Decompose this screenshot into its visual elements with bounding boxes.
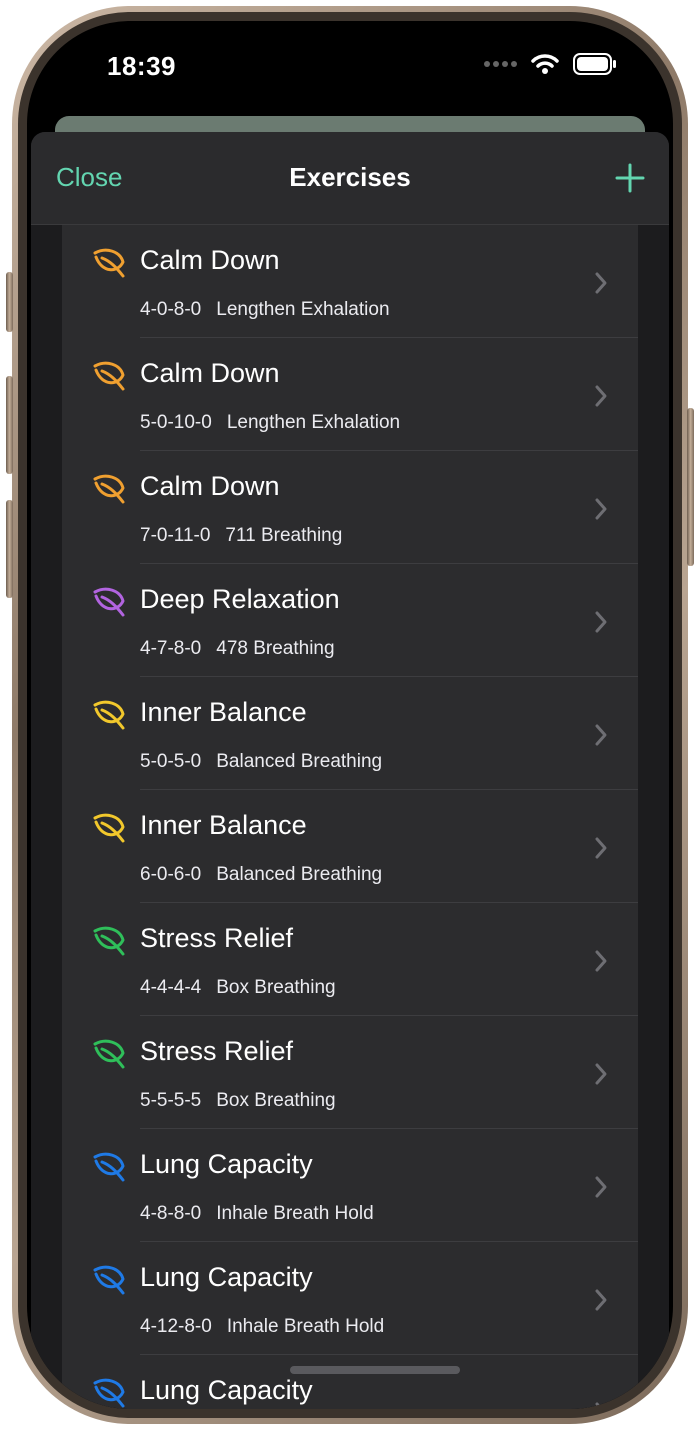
technique-name: Balanced Breathing [216, 751, 383, 772]
chevron-right-icon [595, 950, 607, 972]
breathing-pattern: 5-0-5-0 [140, 751, 202, 772]
exercise-row[interactable]: Deep Relaxation 4-7-8-0 478 Breathing [62, 564, 638, 677]
signal-dots-icon [484, 61, 517, 67]
breathing-pattern: 5-0-10-0 [140, 412, 212, 433]
exercise-subtitle: 5-0-5-0 Balanced Breathing [140, 751, 382, 773]
exercise-title: Deep Relaxation [140, 584, 340, 614]
chevron-right-icon [595, 1063, 607, 1085]
technique-name: 711 Breathing [225, 525, 343, 546]
exercise-title: Calm Down [140, 358, 280, 388]
breathing-pattern: 4-0-8-0 [140, 299, 202, 320]
exercise-title: Calm Down [140, 245, 280, 275]
exercise-row[interactable]: Stress Relief 4-4-4-4 Box Breathing [62, 903, 638, 1016]
exercise-row[interactable]: Calm Down 7-0-11-0 711 Breathing [62, 451, 638, 564]
leaf-icon [93, 1152, 125, 1182]
exercise-subtitle: 4-7-8-0 478 Breathing [140, 638, 335, 660]
exercise-row[interactable]: Inner Balance 5-0-5-0 Balanced Breathing [62, 677, 638, 790]
leaf-icon [93, 248, 125, 278]
technique-name: Box Breathing [216, 1090, 336, 1111]
leaf-icon [93, 1265, 125, 1295]
page-title: Exercises [289, 162, 411, 192]
chevron-right-icon [595, 611, 607, 633]
technique-name: Box Breathing [216, 977, 336, 998]
breathing-pattern: 4-8-8-0 [140, 1203, 202, 1224]
status-time: 18:39 [107, 51, 176, 81]
home-indicator[interactable] [290, 1366, 460, 1374]
exercise-title: Inner Balance [140, 697, 307, 727]
list-area: Calm Down 4-0-8-0 Lengthen Exhalation Calm … [31, 225, 669, 1409]
status-icons [483, 53, 617, 75]
navigation-bar: Close Exercises [31, 132, 669, 225]
breathing-pattern: 4-7-8-0 [140, 638, 202, 659]
exercise-list: Calm Down 4-0-8-0 Lengthen Exhalation Calm … [62, 225, 638, 1409]
technique-name: Lengthen Exhalation [226, 412, 401, 433]
power-button [687, 408, 694, 566]
chevron-right-icon [595, 272, 607, 294]
exercise-subtitle: 4-8-8-0 Inhale Breath Hold [140, 1203, 374, 1225]
wifi-icon [531, 54, 559, 74]
leaf-icon [93, 926, 125, 956]
volume-down-button [6, 500, 13, 598]
chevron-right-icon [595, 498, 607, 520]
exercise-row[interactable]: Stress Relief 5-5-5-5 Box Breathing [62, 1016, 638, 1129]
exercise-row[interactable]: Lung Capacity 4-12-8-0 Inhale Breath Hold [62, 1242, 638, 1355]
breathing-pattern: 5-5-5-5 [140, 1090, 202, 1111]
action-button [6, 272, 13, 332]
chevron-right-icon [595, 1289, 607, 1311]
leaf-icon [93, 700, 125, 730]
leaf-icon [93, 1378, 125, 1408]
exercise-title: Calm Down [140, 471, 280, 501]
exercise-title: Stress Relief [140, 1036, 294, 1066]
leaf-icon [93, 474, 125, 504]
screen: 18:39 Close Exercises Calm Down 4-0-8-0 Le… [27, 21, 673, 1409]
exercise-title: Lung Capacity [140, 1262, 313, 1292]
exercise-row[interactable]: Calm Down 4-0-8-0 Lengthen Exhalation [62, 225, 638, 338]
exercise-title: Stress Relief [140, 923, 294, 953]
leaf-icon [93, 813, 125, 843]
volume-up-button [6, 376, 13, 474]
exercises-sheet: Close Exercises Calm Down 4-0-8-0 Lengthen… [31, 132, 669, 1409]
exercise-subtitle: 6-0-6-0 Balanced Breathing [140, 864, 382, 886]
battery-icon [573, 53, 616, 75]
chevron-right-icon [595, 1402, 604, 1409]
breathing-pattern: 4-12-8-0 [140, 1316, 212, 1337]
technique-name: Balanced Breathing [216, 864, 383, 885]
technique-name: Inhale Breath Hold [216, 1203, 374, 1224]
exercise-subtitle: 7-0-11-0 711 Breathing [140, 525, 342, 547]
exercise-subtitle: 4-12-8-0 Inhale Breath Hold [140, 1316, 384, 1338]
exercise-title: Inner Balance [140, 810, 307, 840]
technique-name: 478 Breathing [216, 638, 335, 659]
breathing-pattern: 6-0-6-0 [140, 864, 202, 885]
leaf-icon [93, 361, 125, 391]
exercise-subtitle: 4-0-8-0 Lengthen Exhalation [140, 299, 390, 321]
plus-icon[interactable] [615, 163, 645, 193]
breathing-pattern: 7-0-11-0 [140, 525, 211, 546]
leaf-icon [93, 1039, 125, 1069]
exercise-subtitle: 5-5-5-5 Box Breathing [140, 1090, 336, 1112]
breathing-pattern: 4-4-4-4 [140, 977, 202, 998]
exercise-row[interactable]: Inner Balance 6-0-6-0 Balanced Breathing [62, 790, 638, 903]
technique-name: Lengthen Exhalation [216, 299, 390, 320]
exercise-row[interactable]: Calm Down 5-0-10-0 Lengthen Exhalation [62, 338, 638, 451]
leaf-icon [93, 587, 125, 617]
chevron-right-icon [595, 837, 607, 859]
exercise-title: Lung Capacity [140, 1375, 313, 1405]
technique-name: Inhale Breath Hold [226, 1316, 385, 1337]
exercise-title: Lung Capacity [140, 1149, 313, 1179]
exercise-subtitle: 4-4-4-4 Box Breathing [140, 977, 336, 999]
exercise-row[interactable]: Lung Capacity [62, 1355, 638, 1409]
chevron-right-icon [595, 1176, 607, 1198]
exercise-row[interactable]: Lung Capacity 4-8-8-0 Inhale Breath Hold [62, 1129, 638, 1242]
chevron-right-icon [595, 724, 607, 746]
chevron-right-icon [595, 385, 607, 407]
exercise-subtitle: 5-0-10-0 Lengthen Exhalation [140, 412, 400, 434]
